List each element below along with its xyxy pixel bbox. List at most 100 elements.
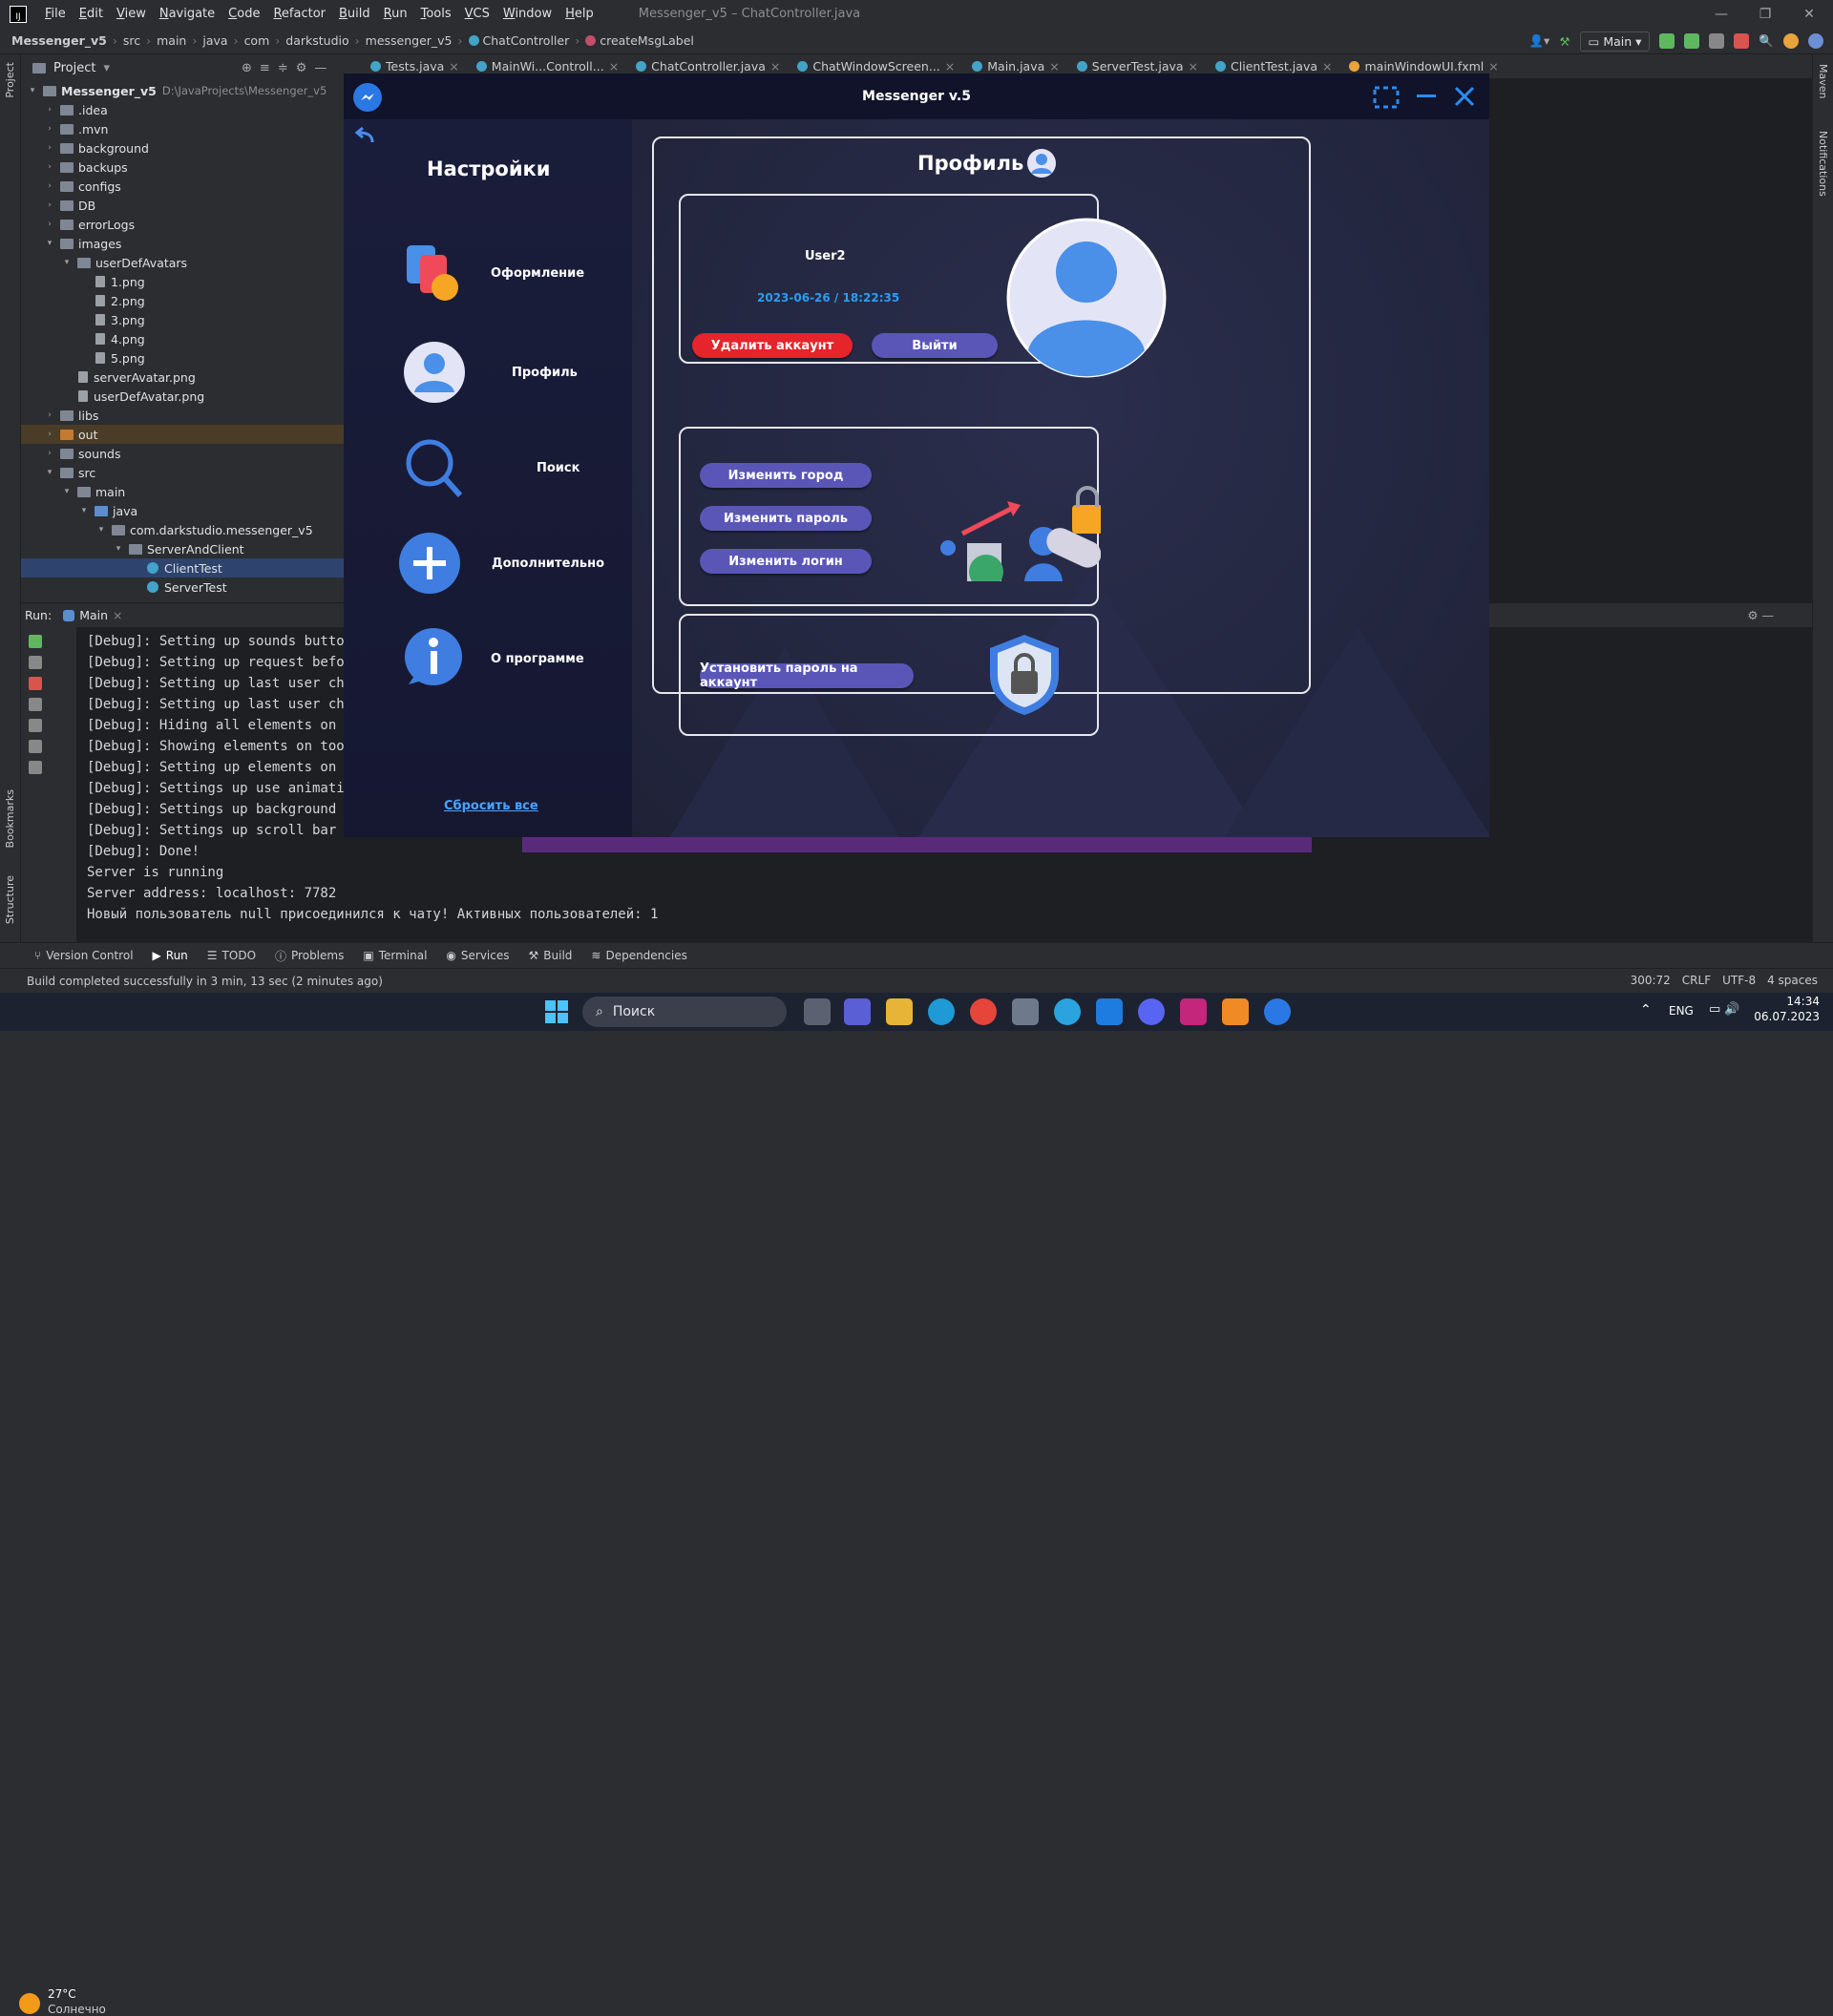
close-tab-icon[interactable]: × [770, 59, 780, 74]
breadcrumb-project[interactable]: Messenger_v5 [11, 33, 107, 48]
tree-item[interactable]: ▾ images [21, 234, 344, 253]
taskbar-search[interactable]: ⌕ Поиск [582, 997, 787, 1027]
tool-window-button[interactable]: ▶ Run [153, 949, 188, 962]
menu-window[interactable]: Window [496, 7, 558, 21]
weather-sun-icon[interactable] [19, 1993, 40, 2014]
close-tab-icon[interactable]: × [945, 59, 955, 74]
tree-item[interactable]: ServerTest [21, 578, 344, 597]
tree-item[interactable]: › DB [21, 196, 344, 215]
menu-run[interactable]: Run [377, 7, 414, 21]
logout-button[interactable]: Выйти [872, 333, 998, 358]
teams-icon[interactable] [844, 998, 871, 1025]
tree-item[interactable]: › configs [21, 177, 344, 196]
editor-tab[interactable]: ChatWindowScreen... × [797, 59, 955, 74]
change-login-button[interactable]: Изменить логин [700, 549, 872, 574]
tree-item[interactable]: ▾ src [21, 463, 344, 482]
rerun-icon[interactable] [29, 635, 42, 648]
tray-chevron-icon[interactable]: ⌃ [1640, 1002, 1652, 1018]
run-tab-main[interactable]: Main × [63, 608, 123, 622]
avatar[interactable] [1005, 217, 1168, 379]
close-tab-icon[interactable]: × [113, 608, 122, 622]
sublime-icon[interactable] [1222, 998, 1249, 1025]
hide-icon[interactable]: — [314, 61, 327, 75]
indent-setting[interactable]: 4 spaces [1767, 974, 1818, 987]
stop-icon[interactable] [1734, 33, 1750, 49]
collapse-icon[interactable]: ≑ [278, 61, 288, 75]
breadcrumb-java[interactable]: java [202, 33, 227, 48]
clock-date[interactable]: 06.07.2023 [1753, 1010, 1820, 1023]
tree-item[interactable]: serverAvatar.png [21, 368, 344, 387]
wrench-icon[interactable] [29, 656, 42, 669]
menu-file[interactable]: File [38, 7, 73, 21]
menu-navigate[interactable]: Navigate [153, 7, 221, 21]
reset-all-link[interactable]: Сбросить все [444, 799, 538, 813]
tree-item[interactable]: › backups [21, 158, 344, 177]
messenger-chat-icon[interactable] [1096, 998, 1123, 1025]
layout-icon[interactable] [29, 740, 42, 753]
messenger-titlebar[interactable]: Messenger v.5 [344, 74, 1489, 119]
chevron-right-icon[interactable]: › [44, 181, 55, 191]
back-arrow-icon[interactable] [351, 125, 376, 146]
run-config-select[interactable]: ▭ Main ▾ [1579, 31, 1651, 52]
ide-settings-icon[interactable] [1808, 33, 1823, 49]
breadcrumb-class[interactable]: ChatController [483, 33, 570, 48]
tree-item[interactable]: ▾ userDefAvatars [21, 253, 344, 272]
strip-notifications[interactable]: Notifications [1817, 131, 1829, 197]
tree-item[interactable]: › errorLogs [21, 215, 344, 234]
chevron-right-icon[interactable]: › [44, 124, 55, 134]
close-button[interactable]: ✕ [1787, 0, 1831, 28]
change-password-button[interactable]: Изменить пароль [700, 506, 872, 531]
menu-view[interactable]: View [110, 7, 153, 21]
chrome-icon[interactable] [970, 998, 997, 1025]
chevron-down-icon[interactable]: ▾ [61, 258, 73, 267]
menu-code[interactable]: Code [221, 7, 266, 21]
screenshot-select-icon[interactable] [1372, 83, 1404, 112]
tree-item[interactable]: ▾ Messenger_v5 D:\JavaProjects\Messenger_v… [21, 81, 344, 100]
close-tab-icon[interactable]: × [449, 59, 458, 74]
menu-help[interactable]: Help [558, 7, 600, 21]
menu-build[interactable]: Build [332, 7, 377, 21]
chevron-right-icon[interactable]: › [44, 449, 55, 458]
stop-icon[interactable] [29, 677, 42, 690]
strip-maven[interactable]: Maven [1817, 64, 1829, 98]
menu-tools[interactable]: Tools [414, 7, 458, 21]
build-hammer-icon[interactable]: ⚒ [1559, 34, 1570, 49]
change-city-button[interactable]: Изменить город [700, 463, 872, 488]
chevron-right-icon[interactable]: › [44, 410, 55, 420]
task-view-icon[interactable] [804, 998, 831, 1025]
user-icon[interactable]: 👤▾ [1528, 33, 1549, 49]
file-explorer-icon[interactable] [886, 998, 913, 1025]
close-tab-icon[interactable]: × [609, 59, 619, 74]
tool-window-button[interactable]: ⓘ Problems [275, 948, 344, 964]
language-indicator[interactable]: ENG [1669, 1004, 1694, 1018]
network-volume-icon[interactable]: ▭ 🔊 [1709, 1002, 1740, 1017]
chevron-right-icon[interactable]: › [44, 430, 55, 439]
debug-icon[interactable] [1684, 33, 1700, 49]
caret-position[interactable]: 300:72 [1631, 974, 1671, 987]
chevron-down-icon[interactable]: ▾ [44, 468, 55, 477]
editor-tab[interactable]: Tests.java × [370, 59, 459, 74]
tree-item[interactable]: 3.png [21, 310, 344, 329]
tree-item[interactable]: ▾ com.darkstudio.messenger_v5 [21, 520, 344, 539]
tool-window-button[interactable]: ≋ Dependencies [591, 949, 686, 962]
tool-window-button[interactable]: ◉ Services [446, 949, 509, 962]
strip-bookmarks[interactable]: Bookmarks [4, 789, 16, 848]
tree-item[interactable]: 2.png [21, 291, 344, 310]
pin-icon[interactable] [29, 761, 42, 774]
tree-item[interactable]: › .idea [21, 100, 344, 119]
chevron-down-icon[interactable]: ▾ [78, 506, 90, 515]
tree-item[interactable]: › background [21, 138, 344, 158]
breadcrumb-main[interactable]: main [157, 33, 186, 48]
messenger-close-icon[interactable] [1451, 83, 1478, 110]
tree-item[interactable]: › out [21, 425, 344, 444]
tree-item[interactable]: › libs [21, 406, 344, 425]
chevron-right-icon[interactable]: › [44, 200, 55, 210]
tree-item[interactable]: userDefAvatar.png [21, 387, 344, 406]
coverage-icon[interactable] [1709, 33, 1725, 49]
windows-start-icon[interactable] [544, 999, 569, 1024]
tree-item[interactable]: › sounds [21, 444, 344, 463]
chevron-down-icon[interactable]: ▾ [61, 487, 73, 496]
gear-icon[interactable]: ⚙ [296, 61, 307, 75]
locate-icon[interactable]: ⊕ [242, 61, 252, 75]
menu-profile[interactable]: Профиль [403, 341, 578, 404]
